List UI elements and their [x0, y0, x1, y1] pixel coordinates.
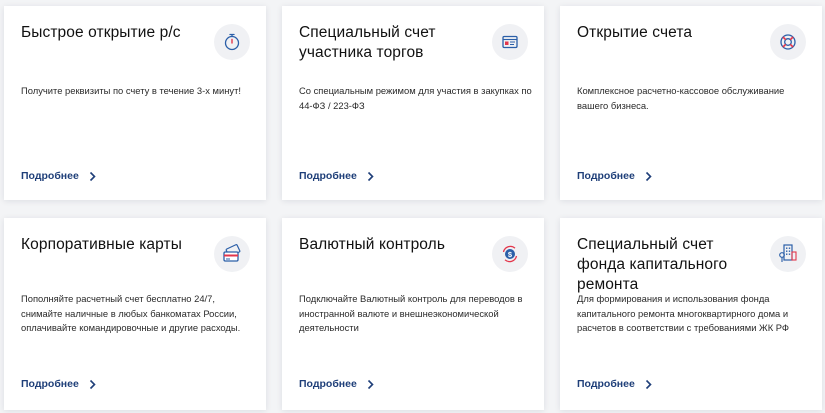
cards-icon [214, 236, 250, 272]
stopwatch-icon [214, 24, 250, 60]
more-link[interactable]: Подробнее [21, 378, 96, 390]
more-link[interactable]: Подробнее [299, 378, 374, 390]
card-title: Специальный счет участника торгов [299, 24, 436, 61]
card-account-opening: Открытие счета Комплексное расчетно-касс… [560, 6, 822, 200]
card-title: Валютный контроль [299, 236, 446, 253]
chevron-right-icon [645, 171, 652, 181]
chevron-right-icon [89, 379, 96, 389]
card-title: Специальный счет фонда капитального ремо… [577, 236, 728, 293]
more-link[interactable]: Подробнее [21, 170, 96, 182]
more-link-label: Подробнее [21, 170, 79, 182]
card-description: Со специальным режимом для участия в зак… [299, 85, 532, 111]
more-link-label: Подробнее [21, 378, 79, 390]
card-capital-repair-fund: Специальный счет фонда капитального ремо… [560, 218, 822, 410]
dollar-coin-icon: $ [492, 236, 528, 272]
card-description: Получите реквизиты по счету в течение 3-… [21, 85, 241, 96]
more-link-label: Подробнее [577, 170, 635, 182]
building-icon [770, 236, 806, 272]
card-title: Открытие счета [577, 24, 693, 41]
card-description: Для формирования и использования фонда к… [577, 293, 790, 333]
chevron-right-icon [367, 171, 374, 181]
chevron-right-icon [89, 171, 96, 181]
card-description: Пополняйте расчетный счет бесплатно 24/7… [21, 293, 241, 333]
chevron-right-icon [367, 379, 374, 389]
more-link-label: Подробнее [299, 378, 357, 390]
more-link-label: Подробнее [577, 378, 635, 390]
card-fast-account-opening: Быстрое открытие р/с Получите реквизиты … [4, 6, 266, 200]
chevron-right-icon [645, 379, 652, 389]
more-link-label: Подробнее [299, 170, 357, 182]
lifebuoy-icon [770, 24, 806, 60]
more-link[interactable]: Подробнее [299, 170, 374, 182]
card-special-bidder-account: Специальный счет участника торгов Со спе… [282, 6, 544, 200]
card-corporate-cards: Корпоративные карты Пополняйте расчетный… [4, 218, 266, 410]
more-link[interactable]: Подробнее [577, 170, 652, 182]
card-description: Комплексное расчетно-кассовое обслуживан… [577, 85, 785, 111]
card-title: Быстрое открытие р/с [21, 24, 181, 41]
card-title: Корпоративные карты [21, 236, 182, 253]
id-card-icon [492, 24, 528, 60]
more-link[interactable]: Подробнее [577, 378, 652, 390]
card-description: Подключайте Валютный контроль для перево… [299, 293, 523, 333]
card-currency-control: Валютный контроль $ Подключайте Валютный… [282, 218, 544, 410]
